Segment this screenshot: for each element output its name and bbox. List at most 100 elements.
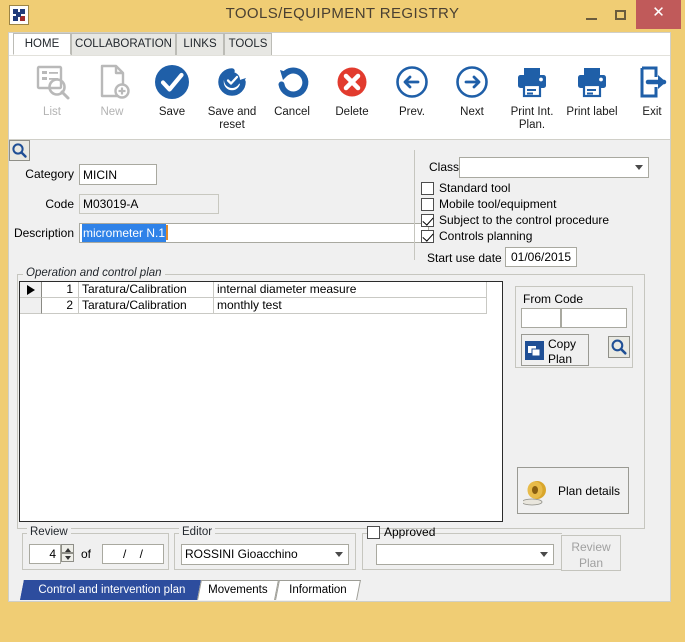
ribbon-toolbar: List New Save Save and reset Cancel Dele…	[9, 55, 670, 139]
exit-button[interactable]: Exit	[622, 60, 682, 138]
new-button[interactable]: New	[82, 60, 142, 138]
row-description-cell: internal diameter measure	[214, 282, 487, 298]
list-search-icon	[22, 60, 82, 106]
row-type-cell: Taratura/Calibration	[79, 298, 214, 314]
copy-plan-button-label: Copy Plan	[548, 337, 577, 366]
operation-control-plan-title: Operation and control plan	[23, 267, 165, 279]
checkbox-mobile-tool-label: Mobile tool/equipment	[439, 197, 557, 211]
tab-information[interactable]: Information	[275, 580, 361, 600]
magnifier-icon	[611, 339, 627, 355]
new-button-label: New	[100, 106, 124, 118]
category-search-button[interactable]	[9, 140, 30, 161]
minimize-button[interactable]	[578, 0, 606, 29]
class-select[interactable]	[459, 157, 649, 178]
review-stepper[interactable]	[61, 544, 74, 563]
from-code-input-2[interactable]	[561, 308, 627, 328]
tab-home-label: HOME	[24, 38, 60, 50]
plan-grid[interactable]: 1 Taratura/Calibration internal diameter…	[19, 281, 503, 522]
ribbon: HOME COLLABORATION LINKS TOOLS List New …	[8, 32, 671, 140]
code-input[interactable]	[79, 194, 219, 214]
list-button[interactable]: List	[22, 60, 82, 138]
tab-home[interactable]: HOME	[13, 33, 71, 55]
start-use-date-input[interactable]	[505, 247, 577, 267]
copy-windows-icon	[525, 341, 544, 360]
tab-movements-label: Movements	[208, 584, 268, 596]
checkbox-standard-tool-label: Standard tool	[439, 181, 511, 195]
delete-button-label: Delete	[335, 106, 369, 118]
new-document-icon	[82, 60, 142, 106]
print-label-button[interactable]: Print label	[562, 60, 622, 138]
review-number-input[interactable]: 4	[29, 544, 61, 564]
checkbox-mobile-tool[interactable]	[421, 198, 434, 211]
save-button-label: Save	[158, 106, 186, 118]
delete-x-icon	[322, 60, 382, 106]
description-input[interactable]: micrometer N.1	[79, 223, 429, 243]
from-code-input-1[interactable]	[521, 308, 561, 328]
cancel-button-label: Cancel	[274, 106, 310, 118]
row-number-cell: 1	[42, 282, 79, 298]
checkbox-standard-tool[interactable]	[421, 182, 434, 195]
description-label: Description	[13, 226, 74, 240]
undo-circle-icon	[262, 60, 322, 106]
review-plan-button[interactable]: Review Plan	[561, 535, 621, 571]
save-and-reset-button[interactable]: Save and reset	[202, 60, 262, 138]
checkbox-subject-control-procedure-label: Subject to the control procedure	[439, 213, 610, 227]
stepper-down-icon[interactable]	[61, 553, 74, 562]
checkbox-approved[interactable]	[367, 526, 380, 539]
row-description-cell: monthly test	[214, 298, 487, 314]
tab-control-and-intervention-plan[interactable]: Control and intervention plan	[20, 580, 204, 600]
print-int-plan-button-label: Print Int. Plan.	[510, 106, 554, 131]
prev-button-label: Prev.	[399, 106, 425, 118]
chevron-down-icon	[635, 165, 643, 170]
description-value: micrometer N.1	[82, 224, 167, 242]
plan-details-button-label: Plan details	[558, 484, 621, 498]
delete-button[interactable]: Delete	[322, 60, 382, 138]
cancel-button[interactable]: Cancel	[262, 60, 322, 138]
save-button[interactable]: Save	[142, 60, 202, 138]
checkbox-controls-planning[interactable]	[421, 230, 434, 243]
ribbon-tabstrip: HOME COLLABORATION LINKS TOOLS	[9, 33, 670, 55]
save-reset-icon	[202, 60, 262, 106]
next-button-label: Next	[460, 106, 484, 118]
print-label-button-label: Print label	[566, 106, 618, 118]
category-input[interactable]	[79, 164, 157, 185]
editor-value: ROSSINI Gioacchino	[185, 547, 298, 561]
tab-links-label: LINKS	[183, 38, 217, 50]
tab-collaboration-label: COLLABORATION	[75, 38, 172, 50]
printer-icon	[502, 60, 562, 106]
checkbox-subject-control-procedure[interactable]	[421, 214, 434, 227]
bottom-tabstrip: Control and intervention plan Movements …	[8, 580, 671, 602]
next-button[interactable]: Next	[442, 60, 502, 138]
close-button[interactable]: ✕	[636, 0, 681, 29]
chevron-down-icon	[540, 552, 548, 557]
prev-button[interactable]: Prev.	[382, 60, 442, 138]
chevron-down-icon	[335, 552, 343, 557]
stepper-up-icon[interactable]	[61, 544, 74, 553]
gold-coil-icon	[523, 481, 546, 506]
tab-tools[interactable]: TOOLS	[224, 33, 272, 55]
review-date-input[interactable]	[102, 544, 164, 564]
tab-links[interactable]: LINKS	[176, 33, 224, 55]
table-row[interactable]: 1 Taratura/Calibration internal diameter…	[20, 282, 487, 298]
code-label: Code	[45, 197, 74, 211]
list-button-label: List	[43, 106, 61, 118]
class-label: Class	[429, 160, 460, 174]
application-window: TOOLS/EQUIPMENT REGISTRY ✕ HOME COLLABOR…	[0, 0, 685, 642]
print-int-plan-button[interactable]: Print Int. Plan.	[502, 60, 562, 138]
copy-plan-button[interactable]: Copy Plan	[521, 334, 589, 366]
row-current-arrow-icon	[27, 285, 35, 295]
maximize-button[interactable]	[607, 0, 635, 29]
tab-collaboration[interactable]: COLLABORATION	[71, 33, 176, 55]
tab-movements[interactable]: Movements	[197, 580, 279, 600]
plan-details-button[interactable]: Plan details	[517, 467, 629, 514]
exit-arrow-icon	[622, 60, 682, 106]
arrow-right-circle-icon	[442, 60, 502, 106]
start-use-date-label: Start use date	[427, 251, 502, 265]
table-row[interactable]: 2 Taratura/Calibration monthly test	[20, 298, 487, 314]
tab-information-label: Information	[289, 584, 347, 596]
save-and-reset-button-label: Save and reset	[207, 106, 257, 131]
from-code-search-button[interactable]	[608, 336, 630, 358]
editor-select[interactable]: ROSSINI Gioacchino	[181, 544, 349, 565]
tab-control-and-intervention-plan-label: Control and intervention plan	[38, 584, 186, 596]
approved-select[interactable]	[376, 544, 554, 565]
